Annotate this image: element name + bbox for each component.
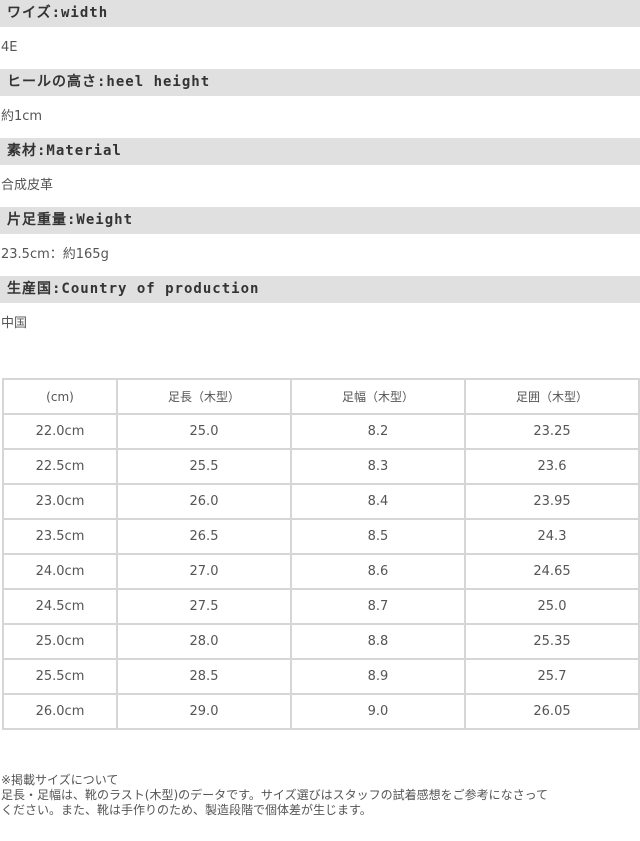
- size-cell-foot-girth: 24.65: [464, 553, 640, 590]
- spec-value-heel-height: 約1cm: [1, 109, 43, 124]
- size-cell-foot-length: 27.0: [116, 553, 292, 590]
- table-row: 22.0cm 25.0 8.2 23.25: [2, 413, 640, 450]
- table-row: 23.5cm 26.5 8.5 24.3: [2, 518, 640, 555]
- size-note-line: 足長・足幅は、靴のラスト(木型)のデータです。サイズ選びはスタッフの試着感想をご…: [1, 788, 548, 802]
- size-cell-foot-width: 8.9: [290, 658, 466, 695]
- size-note: ※掲載サイズについて 足長・足幅は、靴のラスト(木型)のデータです。サイズ選びは…: [1, 773, 637, 818]
- size-cell-cm: 23.0cm: [2, 483, 118, 520]
- size-table-header-row: (cm) 足長（木型） 足幅（木型） 足囲（木型）: [2, 378, 640, 415]
- size-cell-cm: 23.5cm: [2, 518, 118, 555]
- spec-value-material: 合成皮革: [1, 178, 54, 193]
- table-row: 26.0cm 29.0 9.0 26.05: [2, 693, 640, 730]
- size-cell-foot-width: 8.6: [290, 553, 466, 590]
- table-row: 25.0cm 28.0 8.8 25.35: [2, 623, 640, 660]
- table-row: 23.0cm 26.0 8.4 23.95: [2, 483, 640, 520]
- size-cell-foot-girth: 25.0: [464, 588, 640, 625]
- size-cell-cm: 26.0cm: [2, 693, 118, 730]
- size-note-line: ください。また、靴は手作りのため、製造段階で個体差が生じます。: [1, 803, 372, 817]
- table-row: 25.5cm 28.5 8.9 25.7: [2, 658, 640, 695]
- size-header-foot-length: 足長（木型）: [116, 378, 292, 415]
- size-cell-foot-width: 8.8: [290, 623, 466, 660]
- spec-header-material: 素材:Material: [0, 138, 640, 165]
- size-cell-foot-length: 28.5: [116, 658, 292, 695]
- size-cell-foot-girth: 25.7: [464, 658, 640, 695]
- spec-value-weight: 23.5cm：約165g: [1, 247, 109, 262]
- size-cell-foot-length: 25.5: [116, 448, 292, 485]
- size-cell-foot-width: 9.0: [290, 693, 466, 730]
- size-cell-foot-girth: 23.25: [464, 413, 640, 450]
- size-cell-foot-girth: 23.95: [464, 483, 640, 520]
- size-cell-cm: 22.0cm: [2, 413, 118, 450]
- table-row: 22.5cm 25.5 8.3 23.6: [2, 448, 640, 485]
- size-cell-foot-width: 8.4: [290, 483, 466, 520]
- spec-header-weight: 片足重量:Weight: [0, 207, 640, 234]
- size-cell-foot-width: 8.7: [290, 588, 466, 625]
- table-row: 24.0cm 27.0 8.6 24.65: [2, 553, 640, 590]
- size-cell-cm: 25.5cm: [2, 658, 118, 695]
- size-cell-foot-girth: 24.3: [464, 518, 640, 555]
- size-table: (cm) 足長（木型） 足幅（木型） 足囲（木型） 22.0cm 25.0 8.2 2…: [2, 378, 640, 730]
- spec-header-width: ワイズ:width: [0, 0, 640, 27]
- size-cell-foot-girth: 25.35: [464, 623, 640, 660]
- size-cell-foot-length: 28.0: [116, 623, 292, 660]
- size-cell-cm: 24.0cm: [2, 553, 118, 590]
- size-cell-foot-length: 29.0: [116, 693, 292, 730]
- size-cell-foot-girth: 23.6: [464, 448, 640, 485]
- size-cell-foot-length: 26.0: [116, 483, 292, 520]
- size-cell-foot-length: 25.0: [116, 413, 292, 450]
- spec-header-heel-height: ヒールの高さ:heel height: [0, 69, 640, 96]
- size-cell-foot-length: 27.5: [116, 588, 292, 625]
- spec-value-width: 4E: [1, 40, 18, 55]
- size-header-foot-girth: 足囲（木型）: [464, 378, 640, 415]
- size-cell-cm: 25.0cm: [2, 623, 118, 660]
- size-cell-cm: 24.5cm: [2, 588, 118, 625]
- size-header-cm: (cm): [2, 378, 118, 415]
- size-cell-foot-width: 8.3: [290, 448, 466, 485]
- spec-value-country: 中国: [1, 316, 28, 331]
- size-note-title: ※掲載サイズについて: [1, 773, 119, 787]
- size-cell-foot-girth: 26.05: [464, 693, 640, 730]
- size-header-foot-width: 足幅（木型）: [290, 378, 466, 415]
- size-cell-foot-length: 26.5: [116, 518, 292, 555]
- size-table-body: 22.0cm 25.0 8.2 23.25 22.5cm 25.5 8.3 23.6 23.0c…: [2, 413, 640, 730]
- size-cell-cm: 22.5cm: [2, 448, 118, 485]
- size-cell-foot-width: 8.5: [290, 518, 466, 555]
- size-cell-foot-width: 8.2: [290, 413, 466, 450]
- spec-header-country: 生産国:Country of production: [0, 276, 640, 303]
- table-row: 24.5cm 27.5 8.7 25.0: [2, 588, 640, 625]
